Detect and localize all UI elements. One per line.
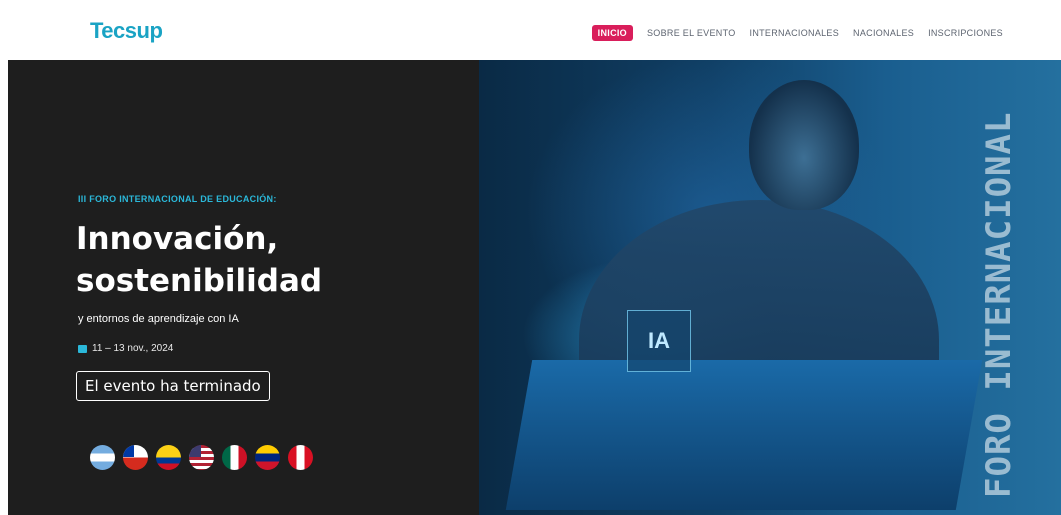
hero-text-panel: III FORO INTERNACIONAL DE EDUCACIÓN: Inn… bbox=[8, 60, 479, 515]
nav-item-internacionales[interactable]: INTERNACIONALES bbox=[750, 28, 840, 38]
hero-image-person-head bbox=[749, 80, 859, 210]
usa-flag-icon bbox=[189, 445, 214, 470]
hero-subtitle: y entornos de aprendizaje con IA bbox=[78, 313, 239, 325]
nav-item-nacionales[interactable]: NACIONALES bbox=[853, 28, 914, 38]
hero-title-line-2: sostenibilidad bbox=[76, 263, 323, 299]
calendar-icon bbox=[78, 344, 87, 353]
ia-chip-label: IA bbox=[627, 310, 691, 372]
tecsup-logo[interactable]: Tecsup bbox=[90, 18, 163, 44]
event-ended-button[interactable]: El evento ha terminado bbox=[76, 371, 270, 401]
event-date: 11 – 13 nov., 2024 bbox=[78, 343, 173, 354]
mexico-flag-icon bbox=[222, 445, 247, 470]
nav-item-sobre-el-evento[interactable]: SOBRE EL EVENTO bbox=[647, 28, 736, 38]
hero-image-laptop bbox=[505, 360, 983, 510]
hero-section: III FORO INTERNACIONAL DE EDUCACIÓN: Inn… bbox=[8, 60, 1061, 515]
event-date-text: 11 – 13 nov., 2024 bbox=[92, 343, 174, 354]
usa-flag-canton bbox=[189, 445, 201, 457]
nav-item-inscripciones[interactable]: INSCRIPCIONES bbox=[928, 28, 1003, 38]
hero-title: Innovación, sostenibilidad bbox=[76, 218, 322, 302]
event-eyebrow: III FORO INTERNACIONAL DE EDUCACIÓN: bbox=[78, 194, 277, 204]
main-navigation: INICIO SOBRE EL EVENTO INTERNACIONALES N… bbox=[591, 25, 1003, 41]
argentina-flag-icon bbox=[90, 445, 115, 470]
venezuela-flag-icon bbox=[255, 445, 280, 470]
peru-flag-icon bbox=[288, 445, 313, 470]
vertical-foro-text: FORO INTERNACIONAL bbox=[979, 111, 1019, 498]
country-flags bbox=[90, 445, 313, 470]
hero-title-line-1: Innovación, bbox=[76, 221, 279, 257]
chile-flag-canton bbox=[123, 445, 134, 457]
chile-flag-icon bbox=[123, 445, 148, 470]
hero-image: IA FORO INTERNACIONAL bbox=[479, 60, 1061, 515]
nav-item-inicio[interactable]: INICIO bbox=[591, 25, 633, 41]
colombia-flag-icon bbox=[156, 445, 181, 470]
top-navigation-bar: Tecsup INICIO SOBRE EL EVENTO INTERNACIO… bbox=[0, 0, 1061, 60]
